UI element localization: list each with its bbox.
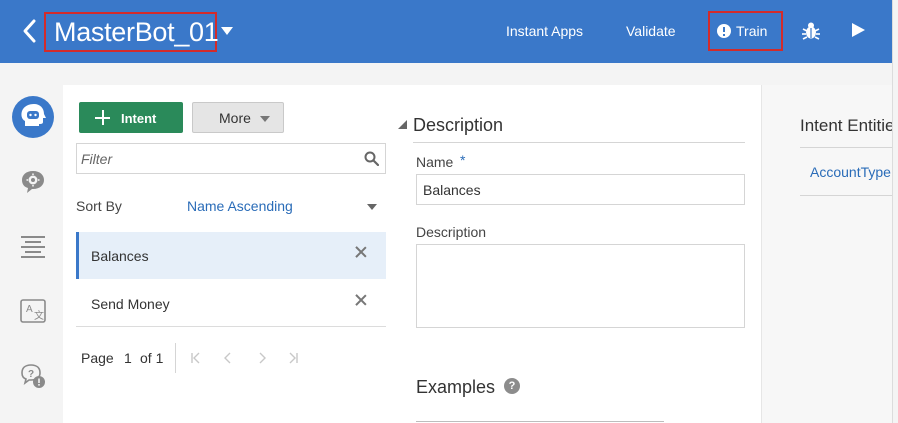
next-page-icon[interactable] [256,352,268,364]
previous-page-icon[interactable] [222,352,234,364]
first-page-icon[interactable] [190,352,202,364]
instant-apps-link[interactable]: Instant Apps [506,22,583,40]
bot-switch-chevron-down-icon[interactable] [221,27,233,35]
play-icon[interactable] [852,23,865,37]
entities-divider [800,147,892,148]
train-label[interactable]: Train [736,22,767,40]
rail-item-flows-icon[interactable] [21,236,45,258]
examples-title: Examples [416,377,496,397]
search-icon[interactable] [364,151,379,166]
filter-field [76,143,386,174]
validate-link[interactable]: Validate [626,22,676,40]
help-icon[interactable]: ? [504,378,520,394]
name-label: Name [416,154,454,170]
scrollbar-strip [892,0,898,423]
svg-text:?: ? [28,369,34,380]
alert-icon [717,24,731,38]
add-intent-label: Intent [121,111,157,126]
bot-name[interactable]: MasterBot_01 [54,15,219,49]
intent-name: Send Money [91,296,170,312]
last-page-icon[interactable] [287,352,299,364]
rail-item-entities-chat-gear-icon[interactable] [20,169,46,195]
sort-chevron-down-icon[interactable] [367,204,377,210]
sort-order-select[interactable]: Name Ascending [187,198,293,214]
rail-item-intents[interactable] [12,96,54,138]
examples-input-underline [416,421,664,422]
bug-icon[interactable] [801,21,821,41]
close-icon[interactable] [355,294,367,306]
page-number[interactable]: 1 [124,350,132,366]
svg-text:文: 文 [34,309,44,322]
page-count: of 1 [140,350,164,366]
plus-icon [95,110,110,125]
required-marker: * [460,152,466,168]
more-button[interactable]: More [192,102,284,133]
intent-name-input[interactable] [416,174,745,205]
back-chevron-icon[interactable] [20,18,40,44]
intent-name: Balances [91,248,149,264]
filter-input[interactable] [81,148,351,170]
rail-item-qa-icon[interactable]: ? [20,363,46,389]
description-textarea[interactable] [416,244,745,328]
intent-list-item[interactable]: Send Money [76,280,386,327]
description-label: Description [416,224,487,240]
intent-list-item[interactable]: Balances [76,232,386,279]
section-divider [413,142,745,143]
add-intent-button[interactable]: Intent [79,102,183,133]
svg-text:A: A [26,304,33,315]
sort-by-label: Sort By [76,198,122,214]
entities-divider [800,195,892,196]
rail-item-translate-icon[interactable]: A 文 [20,299,46,323]
description-section-title[interactable]: Description [413,114,503,136]
pager-divider [175,343,176,373]
close-icon[interactable] [355,246,367,258]
entity-link[interactable]: AccountType [810,164,892,180]
more-label: More [219,110,251,126]
intent-entities-title: Intent Entities [800,116,892,135]
head-bot-icon [21,104,46,126]
chevron-down-icon [260,116,270,122]
collapse-triangle-icon[interactable] [398,120,407,129]
page-label: Page [81,350,114,366]
